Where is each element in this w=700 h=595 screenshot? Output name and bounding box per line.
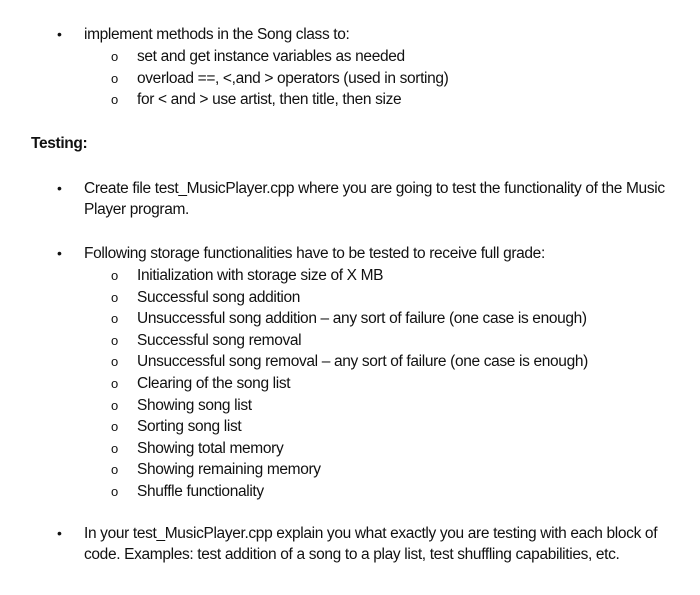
bullet-text: Following storage functionalities have t… xyxy=(84,245,545,262)
sub-list-item: o Initialization with storage size of X … xyxy=(0,265,700,287)
bullet-icon: • xyxy=(57,180,62,196)
sub-item-text: for < and > use artist, then title, then… xyxy=(137,91,402,109)
sub-list-item: o Successful song addition xyxy=(0,287,700,309)
sub-list-item: o Clearing of the song list xyxy=(0,373,700,395)
sub-list-item: o Unsuccessful song addition – any sort … xyxy=(0,308,700,330)
hollow-bullet-icon: o xyxy=(111,268,118,283)
sub-item-text: Successful song removal xyxy=(137,331,302,349)
bullet-icon: • xyxy=(57,26,62,42)
sub-item-text: Clearing of the song list xyxy=(137,375,291,392)
section-heading-testing: Testing: xyxy=(31,135,88,152)
sub-item-text: Shuffle functionality xyxy=(137,483,264,500)
sub-item-text: Successful song addition xyxy=(137,288,301,306)
hollow-bullet-icon: o xyxy=(111,462,118,478)
sub-list-item: o set and get instance variables as need… xyxy=(0,46,700,68)
hollow-bullet-icon: o xyxy=(111,419,118,435)
sub-item-text: Initialization with storage size of X MB xyxy=(137,267,384,284)
sub-list-item: o for < and > use artist, then title, th… xyxy=(0,89,700,111)
bullet-icon: • xyxy=(57,525,62,541)
sub-list-item: o Showing remaining memory xyxy=(0,459,700,481)
sub-list-item: o Shuffle functionality xyxy=(0,481,700,503)
sub-list-item: o Successful song removal xyxy=(0,330,700,352)
sub-list-item: o Sorting song list xyxy=(0,416,700,438)
sub-list-item: o Showing total memory xyxy=(0,438,700,460)
sub-item-text: overload ==, <,and > operators (used in … xyxy=(137,69,449,87)
hollow-bullet-icon: o xyxy=(111,397,118,413)
bullet-text: In your test_MusicPlayer.cpp explain you… xyxy=(84,525,658,563)
hollow-bullet-icon: o xyxy=(111,484,118,499)
sub-item-text: Sorting song list xyxy=(137,418,242,436)
hollow-bullet-icon: o xyxy=(111,289,118,305)
bullet-text: Create file test_MusicPlayer.cpp where y… xyxy=(84,180,665,218)
sub-item-text: Unsuccessful song removal – any sort of … xyxy=(137,353,588,371)
sub-list-item: o Unsuccessful song removal – any sort o… xyxy=(0,351,700,373)
sub-item-text: Showing song list xyxy=(137,396,252,414)
sub-item-text: set and get instance variables as needed xyxy=(137,48,405,65)
sub-item-text: Unsuccessful song addition – any sort of… xyxy=(137,310,587,328)
hollow-bullet-icon: o xyxy=(111,354,118,370)
hollow-bullet-icon: o xyxy=(111,70,118,86)
hollow-bullet-icon: o xyxy=(111,92,118,108)
sub-list-item: o overload ==, <,and > operators (used i… xyxy=(0,68,700,90)
sub-item-text: Showing total memory xyxy=(137,439,284,457)
sub-item-text: Showing remaining memory xyxy=(137,461,321,479)
hollow-bullet-icon: o xyxy=(111,332,118,348)
bullet-text: implement methods in the Song class to: xyxy=(84,26,350,43)
bullet-icon: • xyxy=(57,245,62,261)
hollow-bullet-icon: o xyxy=(111,49,118,64)
hollow-bullet-icon: o xyxy=(111,376,118,391)
sub-list-item: o Showing song list xyxy=(0,395,700,417)
document-page: • implement methods in the Song class to… xyxy=(0,0,700,595)
hollow-bullet-icon: o xyxy=(111,311,118,327)
hollow-bullet-icon: o xyxy=(111,440,118,456)
